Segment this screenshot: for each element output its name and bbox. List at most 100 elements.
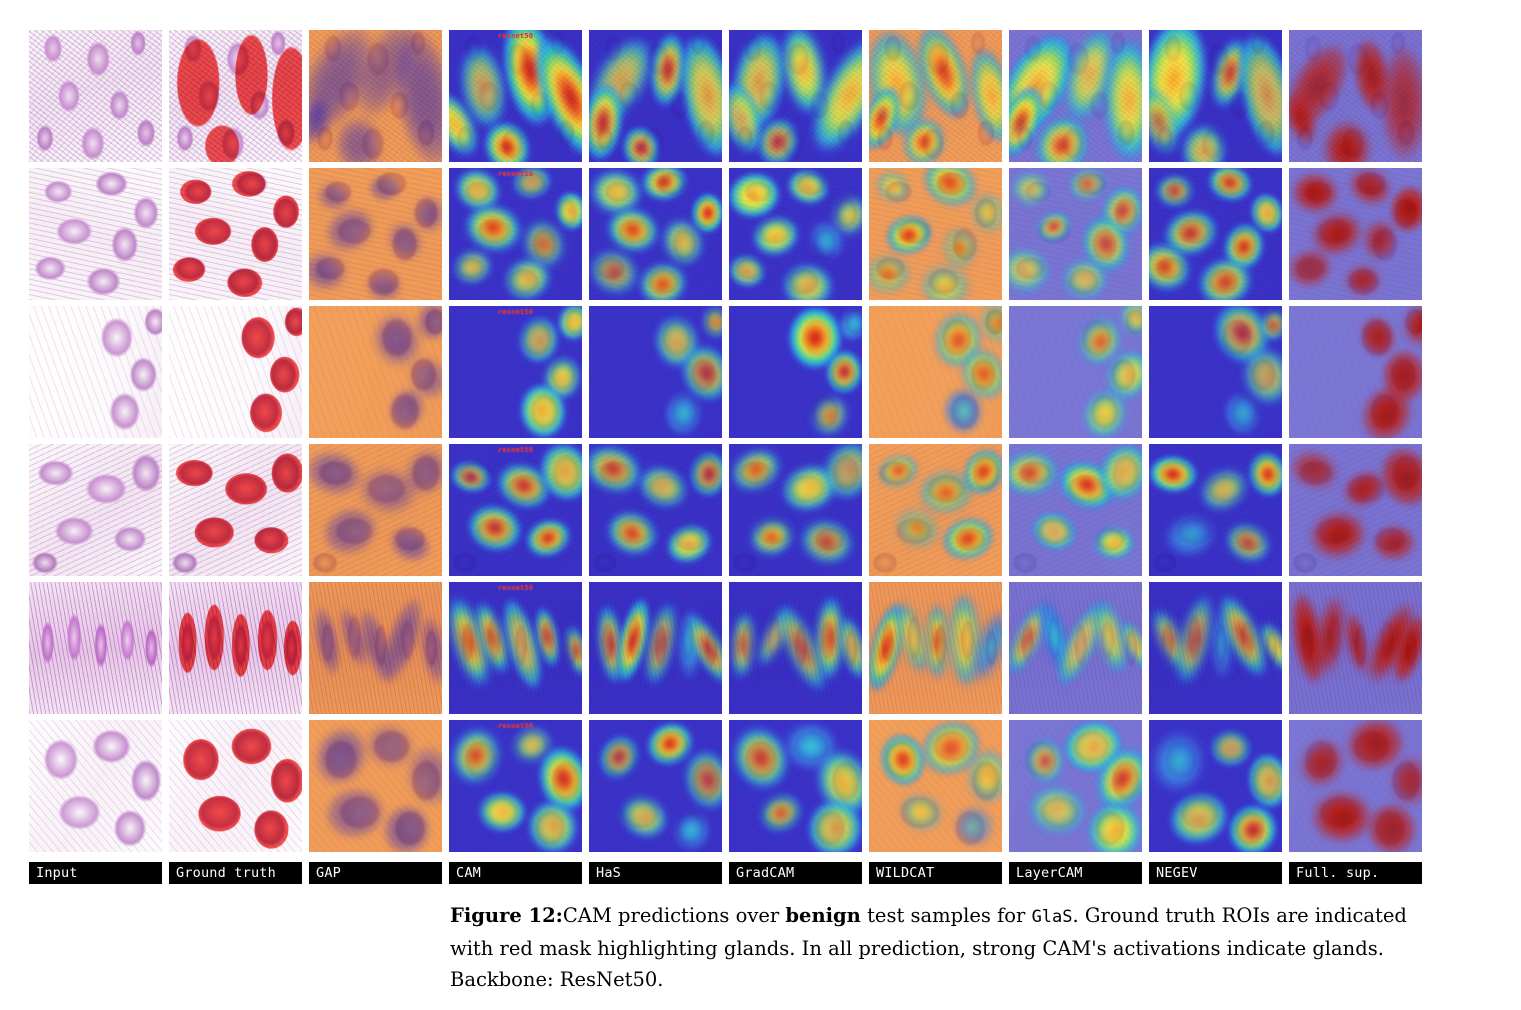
figure-cell-r1-wildcat bbox=[869, 30, 1002, 162]
tissue-underlay bbox=[729, 168, 862, 300]
figure-cell-r1-full-sup bbox=[1289, 30, 1422, 162]
tissue-underlay bbox=[1289, 168, 1422, 300]
ground-truth-roi-mask bbox=[169, 720, 302, 852]
figure-cell-r3-input bbox=[29, 306, 162, 438]
figure-cell-r2-wildcat bbox=[869, 168, 1002, 300]
figure-cell-r2-cam: resnet50 bbox=[449, 168, 582, 300]
tissue-underlay bbox=[1289, 30, 1422, 162]
tissue-underlay bbox=[1009, 582, 1142, 714]
figure-cell-r6-layercam bbox=[1009, 720, 1142, 852]
column-label-layercam: LayerCAM bbox=[1009, 862, 1142, 884]
tissue-underlay bbox=[449, 720, 582, 852]
column-label-negev: NEGEV bbox=[1149, 862, 1282, 884]
column-label-input: Input bbox=[29, 862, 162, 884]
tissue-underlay bbox=[1149, 168, 1282, 300]
figure-cell-r6-negev bbox=[1149, 720, 1282, 852]
column-label-full-sup: Full. sup. bbox=[1289, 862, 1422, 884]
figure-cell-r6-full-sup bbox=[1289, 720, 1422, 852]
tissue-underlay bbox=[1289, 306, 1422, 438]
figure-cell-r2-input bbox=[29, 168, 162, 300]
histology-tissue bbox=[29, 30, 162, 162]
figure-cell-r4-gap bbox=[309, 444, 442, 576]
tissue-underlay bbox=[729, 720, 862, 852]
tissue-underlay bbox=[1149, 306, 1282, 438]
column-label-wildcat: WILDCAT bbox=[869, 862, 1002, 884]
figure-cell-r4-input bbox=[29, 444, 162, 576]
figure-cell-r2-gap bbox=[309, 168, 442, 300]
tissue-underlay bbox=[309, 582, 442, 714]
figure-cell-r4-ground-truth bbox=[169, 444, 302, 576]
tissue-underlay bbox=[1149, 582, 1282, 714]
figure-cell-r3-has bbox=[589, 306, 722, 438]
figure-cell-r1-layercam bbox=[1009, 30, 1142, 162]
figure-cell-r6-cam: resnet50 bbox=[449, 720, 582, 852]
column-label-row: Input Ground truth GAP CAM HaS GradCAM WILDCAT… bbox=[29, 862, 1422, 884]
tissue-underlay bbox=[869, 444, 1002, 576]
figure-cell-r4-wildcat bbox=[869, 444, 1002, 576]
figure-cell-r5-has bbox=[589, 582, 722, 714]
tissue-underlay bbox=[1149, 444, 1282, 576]
figure-cell-r5-input bbox=[29, 582, 162, 714]
figure-cell-r2-negev bbox=[1149, 168, 1282, 300]
figure-cell-r2-full-sup bbox=[1289, 168, 1422, 300]
figure-cell-r6-input bbox=[29, 720, 162, 852]
tissue-underlay bbox=[729, 582, 862, 714]
figure-cell-r3-layercam bbox=[1009, 306, 1142, 438]
figure-cell-r3-ground-truth bbox=[169, 306, 302, 438]
figure-cell-r2-gradcam bbox=[729, 168, 862, 300]
tissue-underlay bbox=[1289, 444, 1422, 576]
figure-cell-r5-negev bbox=[1149, 582, 1282, 714]
figure-cell-r5-wildcat bbox=[869, 582, 1002, 714]
tissue-underlay bbox=[449, 582, 582, 714]
caption-text-1: CAM predictions over bbox=[562, 904, 786, 927]
caption-keyword-benign: benign bbox=[785, 904, 861, 927]
tissue-underlay bbox=[729, 444, 862, 576]
figure-cell-r5-layercam bbox=[1009, 582, 1142, 714]
ground-truth-roi-mask bbox=[169, 306, 302, 438]
figure-cell-r5-gap bbox=[309, 582, 442, 714]
ground-truth-roi-mask bbox=[169, 582, 302, 714]
figure-cell-r4-has bbox=[589, 444, 722, 576]
histology-tissue bbox=[29, 306, 162, 438]
figure-cell-r5-ground-truth bbox=[169, 582, 302, 714]
figure-cell-r1-ground-truth bbox=[169, 30, 302, 162]
tissue-underlay bbox=[589, 582, 722, 714]
caption-dataset-name: GlaS bbox=[1031, 907, 1073, 927]
figure-cell-r4-full-sup bbox=[1289, 444, 1422, 576]
tissue-underlay bbox=[869, 30, 1002, 162]
column-label-cam: CAM bbox=[449, 862, 582, 884]
figure-cell-r3-full-sup bbox=[1289, 306, 1422, 438]
figure-cell-r1-input bbox=[29, 30, 162, 162]
figure-number: Figure 12: bbox=[450, 904, 563, 927]
figure-cell-r3-gap bbox=[309, 306, 442, 438]
column-label-gap: GAP bbox=[309, 862, 442, 884]
tissue-underlay bbox=[309, 168, 442, 300]
column-label-gradcam: GradCAM bbox=[729, 862, 862, 884]
tissue-underlay bbox=[1149, 720, 1282, 852]
figure-cell-r6-has bbox=[589, 720, 722, 852]
figure-cell-r3-gradcam bbox=[729, 306, 862, 438]
ground-truth-roi-mask bbox=[169, 30, 302, 162]
histology-tissue bbox=[29, 582, 162, 714]
tissue-underlay bbox=[1289, 720, 1422, 852]
figure-cell-r4-layercam bbox=[1009, 444, 1142, 576]
tissue-underlay bbox=[309, 30, 442, 162]
figure-cell-r5-gradcam bbox=[729, 582, 862, 714]
figure-cell-r6-gap bbox=[309, 720, 442, 852]
column-label-has: HaS bbox=[589, 862, 722, 884]
tissue-underlay bbox=[1009, 30, 1142, 162]
histology-tissue bbox=[29, 720, 162, 852]
caption-text-2: test samples for bbox=[860, 904, 1032, 927]
tissue-underlay bbox=[729, 30, 862, 162]
figure-image-grid: resnet50 resnet50 resnet50 resnet50 resnet50… bbox=[29, 30, 1422, 856]
figure-cell-r2-ground-truth bbox=[169, 168, 302, 300]
figure-cell-r1-cam: resnet50 bbox=[449, 30, 582, 162]
ground-truth-roi-mask bbox=[169, 444, 302, 576]
tissue-underlay bbox=[449, 444, 582, 576]
figure-cell-r1-negev bbox=[1149, 30, 1282, 162]
figure-cell-r5-full-sup bbox=[1289, 582, 1422, 714]
tissue-underlay bbox=[589, 444, 722, 576]
figure-cell-r4-gradcam bbox=[729, 444, 862, 576]
figure-cell-r2-layercam bbox=[1009, 168, 1142, 300]
figure-cell-r6-ground-truth bbox=[169, 720, 302, 852]
